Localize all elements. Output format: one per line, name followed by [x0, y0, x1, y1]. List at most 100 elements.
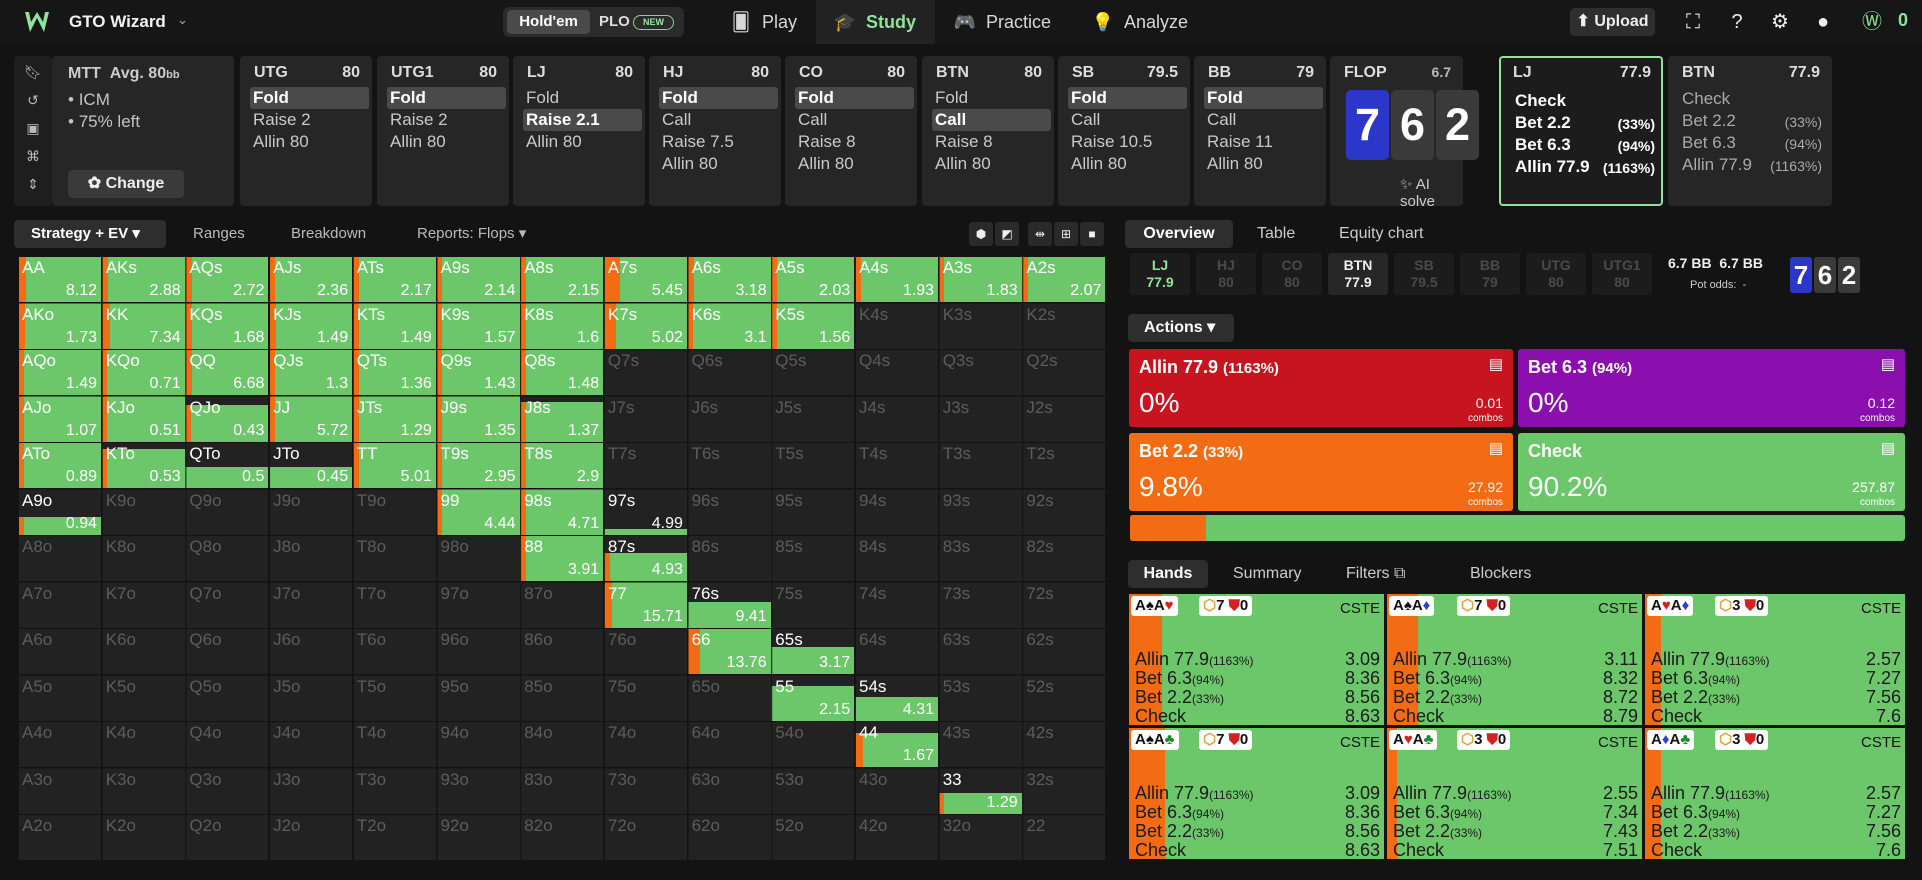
hand-cell[interactable]: 85o: [520, 674, 604, 721]
hand-cell[interactable]: T3o: [352, 767, 436, 814]
hand-cell[interactable]: 2.15 55: [771, 674, 855, 721]
hand-cell[interactable]: 22: [1022, 814, 1106, 860]
action-option[interactable]: Fold: [932, 87, 1051, 109]
hand-cell[interactable]: T3s: [938, 442, 1022, 488]
board-card[interactable]: 7: [1346, 90, 1389, 160]
account-icon[interactable]: ●: [1811, 10, 1835, 34]
hand-cell[interactable]: J7o: [269, 581, 353, 628]
hand-cell[interactable]: 72o: [603, 814, 687, 860]
3d-view-icon[interactable]: ⬢: [969, 222, 993, 246]
hand-cell[interactable]: 85s: [771, 535, 855, 581]
hand-cell[interactable]: 1.37 J8s: [520, 395, 604, 442]
hand-cell[interactable]: 1.67 44: [855, 721, 938, 767]
hand-cell[interactable]: J5o: [269, 674, 353, 721]
credits-coin-icon[interactable]: Ⓦ: [1860, 10, 1884, 34]
action-option[interactable]: Allin 80: [1068, 153, 1187, 175]
hand-cell[interactable]: 3.18 A6s: [687, 256, 771, 302]
position-chip-lj[interactable]: LJ 77.9: [1130, 253, 1190, 295]
hand-cell[interactable]: Q2o: [185, 814, 269, 860]
hand-cell[interactable]: Q3s: [938, 349, 1022, 395]
hand-cell[interactable]: 2.9 T8s: [520, 442, 604, 488]
action-option[interactable]: Call: [795, 109, 914, 131]
hand-cell[interactable]: T8o: [352, 535, 436, 581]
action-option[interactable]: Allin 80: [523, 131, 642, 153]
hand-card[interactable]: A♠A♣ ⬡7 ⛊0 CSTE Allin 77.9(1163%) 3.09 Bet 6.…: [1129, 728, 1384, 859]
hand-cell[interactable]: 0.43 QJo: [185, 395, 269, 442]
board-card[interactable]: 6: [1391, 90, 1434, 160]
hand-cell[interactable]: A7o: [18, 581, 101, 628]
hand-cell[interactable]: 63o: [687, 767, 771, 814]
hand-cell[interactable]: 83o: [520, 767, 604, 814]
hand-cell[interactable]: 1.3 QJs: [269, 349, 353, 395]
hand-cell[interactable]: 43s: [938, 721, 1022, 767]
hand-cell[interactable]: 1.49 KJs: [269, 302, 353, 349]
nav-analyze[interactable]: 💡 Analyze: [1090, 0, 1200, 44]
position-chip-sb[interactable]: SB 79.5: [1394, 253, 1454, 295]
hand-cell[interactable]: 72s: [1022, 581, 1106, 628]
hand-cell[interactable]: 74o: [603, 721, 687, 767]
hand-cell[interactable]: K6o: [101, 628, 185, 674]
action-option[interactable]: Fold: [1204, 87, 1323, 109]
hand-cell[interactable]: 1.07 AJo: [18, 395, 101, 442]
hand-cell[interactable]: 43o: [855, 767, 938, 814]
full-view-icon[interactable]: ■: [1080, 222, 1104, 246]
hand-cell[interactable]: 2.17 ATs: [352, 256, 436, 302]
hand-cell[interactable]: Q5o: [185, 674, 269, 721]
plo-toggle[interactable]: PLO: [599, 10, 630, 34]
hand-cell[interactable]: 4.71 98s: [520, 488, 604, 535]
action-option[interactable]: Raise 8: [795, 131, 914, 153]
hand-cell[interactable]: 64s: [855, 628, 938, 674]
hand-cell[interactable]: K9o: [101, 488, 185, 535]
hand-cell[interactable]: J2s: [1022, 395, 1106, 442]
hand-cell[interactable]: 0.51 KJo: [101, 395, 185, 442]
hand-cell[interactable]: 1.93 A4s: [855, 256, 938, 302]
hand-cell[interactable]: 94s: [855, 488, 938, 535]
hand-cell[interactable]: 95o: [436, 674, 520, 721]
hand-cell[interactable]: 1.49 AQo: [18, 349, 101, 395]
hand-cell[interactable]: 2.14 A9s: [436, 256, 520, 302]
hand-cell[interactable]: T9o: [352, 488, 436, 535]
position-chip-co[interactable]: CO 80: [1262, 253, 1322, 295]
screenshot-icon[interactable]: ⛶: [1681, 10, 1705, 34]
hand-cell[interactable]: Q2s: [1022, 349, 1106, 395]
action-option[interactable]: Allin 80: [795, 153, 914, 175]
hand-cell[interactable]: 52o: [771, 814, 855, 860]
details-icon[interactable]: ▤: [1881, 439, 1895, 457]
hand-cell[interactable]: J6s: [687, 395, 771, 442]
hand-cell[interactable]: 94o: [436, 721, 520, 767]
hand-cell[interactable]: 5.45 A7s: [603, 256, 687, 302]
hand-cell[interactable]: T7o: [352, 581, 436, 628]
action-option[interactable]: Raise 8: [932, 131, 1051, 153]
action-option[interactable]: Call: [659, 109, 778, 131]
hand-cell[interactable]: 1.6 K8s: [520, 302, 604, 349]
upload-button[interactable]: ⬆ Upload: [1570, 8, 1655, 36]
hand-cell[interactable]: 84o: [520, 721, 604, 767]
hand-cell[interactable]: T6o: [352, 628, 436, 674]
action-option[interactable]: Fold: [795, 87, 914, 109]
hand-cell[interactable]: 4.99 97s: [603, 488, 687, 535]
action-box-bet[interactable]: Bet 6.3 (94%) 0% 0.12 combos ▤: [1518, 349, 1905, 427]
hand-card[interactable]: A♠A♦ ⬡7 ⛊0 CSTE Allin 77.9(1163%) 3.11 Bet 6.…: [1387, 594, 1642, 725]
hand-cell[interactable]: 86s: [687, 535, 771, 581]
action-option[interactable]: Bet 6.3 (94%): [1682, 132, 1822, 154]
hand-cell[interactable]: J3s: [938, 395, 1022, 442]
action-option[interactable]: Call: [932, 109, 1051, 131]
hand-cell[interactable]: 1.43 Q9s: [436, 349, 520, 395]
hand-cell[interactable]: 96o: [436, 628, 520, 674]
hand-cell[interactable]: 7.34 KK: [101, 302, 185, 349]
hand-cell[interactable]: 92s: [1022, 488, 1106, 535]
hand-cell[interactable]: 4.44 99: [436, 488, 520, 535]
action-box-bet[interactable]: Bet 2.2 (33%) 9.8% 27.92 combos ▤: [1129, 433, 1513, 511]
hand-cell[interactable]: 73s: [938, 581, 1022, 628]
nav-play[interactable]: 🂠 Play: [728, 0, 808, 44]
hand-cell[interactable]: 62o: [687, 814, 771, 860]
action-option[interactable]: Fold: [250, 87, 369, 109]
position-chip-hj[interactable]: HJ 80: [1196, 253, 1256, 295]
hand-cell[interactable]: 5.02 K7s: [603, 302, 687, 349]
hand-cell[interactable]: 1.36 QTs: [352, 349, 436, 395]
hand-cell[interactable]: K3s: [938, 302, 1022, 349]
help-icon[interactable]: ?: [1725, 10, 1749, 34]
hand-cell[interactable]: 93s: [938, 488, 1022, 535]
hand-cell[interactable]: 96s: [687, 488, 771, 535]
hand-cell[interactable]: T5s: [771, 442, 855, 488]
